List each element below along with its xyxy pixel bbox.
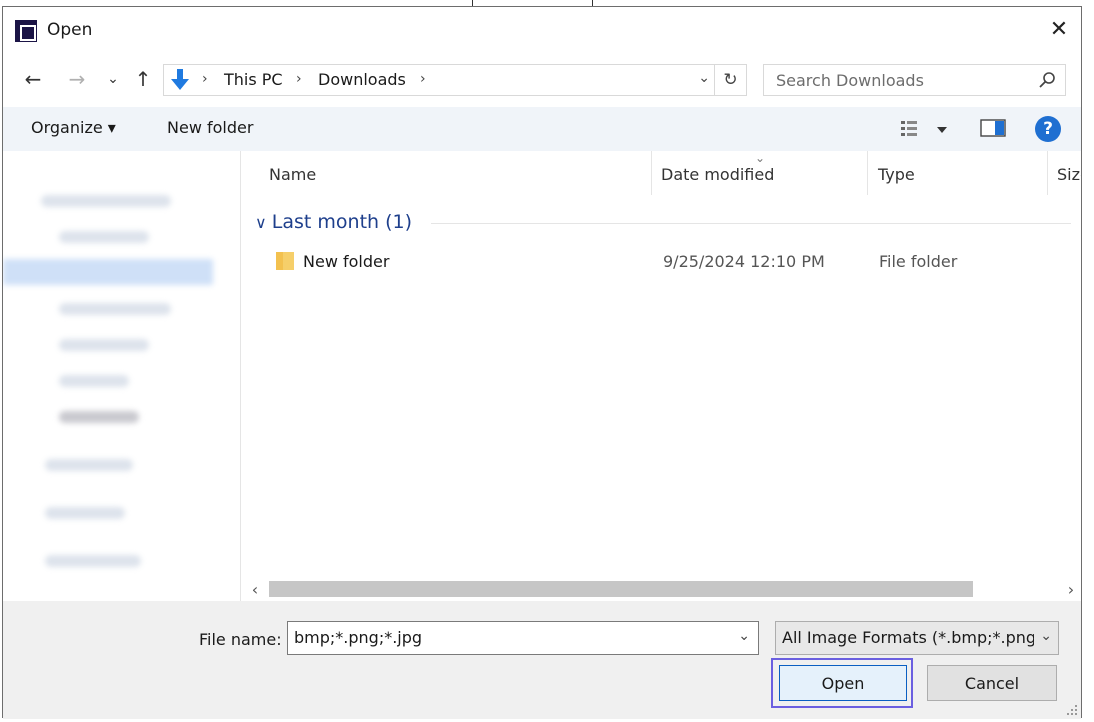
column-divider[interactable] (1047, 151, 1048, 195)
file-list: Name ⌄ Date modified Type Size ∨ Last mo… (243, 151, 1081, 601)
column-header-date-modified[interactable]: Date modified (661, 165, 774, 184)
list-item[interactable] (41, 195, 171, 207)
column-divider[interactable] (651, 151, 652, 195)
list-item[interactable] (45, 507, 125, 519)
file-type-value: All Image Formats (*.bmp;*.png;*.jpg) (782, 628, 1034, 647)
chevron-left-icon: ‹ (251, 579, 259, 599)
preview-pane-icon[interactable] (980, 118, 1006, 138)
view-options-icon[interactable] (897, 117, 953, 141)
open-file-dialog: Open ✕ ← → ⌄ ↑ › This PC › Downloads › ⌄… (2, 6, 1082, 719)
refresh-button[interactable]: ↻ (714, 65, 746, 95)
file-name-cell: New folder (303, 252, 390, 271)
file-name-value: bmp;*.png;*.jpg (294, 628, 423, 647)
downloads-icon (171, 69, 189, 90)
file-type-cell: File folder (879, 252, 958, 271)
file-type-select[interactable]: All Image Formats (*.bmp;*.png;*.jpg) ⌄ (775, 621, 1059, 655)
column-header-name[interactable]: Name (269, 165, 316, 184)
refresh-icon: ↻ (723, 70, 738, 90)
cancel-button[interactable]: Cancel (927, 665, 1057, 701)
column-divider[interactable] (867, 151, 868, 195)
breadcrumb-separator: › (420, 71, 426, 87)
recent-locations-button[interactable]: ⌄ (99, 65, 127, 93)
breadcrumb-separator: › (296, 71, 302, 87)
organize-button[interactable]: Organize ▾ (31, 118, 116, 137)
folder-icon (276, 252, 294, 270)
close-icon: ✕ (1049, 16, 1069, 42)
app-icon (15, 20, 37, 42)
column-header-size[interactable]: Size (1057, 165, 1081, 184)
list-item[interactable] (59, 375, 129, 387)
navigation-bar: ← → ⌄ ↑ › This PC › Downloads › ⌄ ↻ Sear… (3, 59, 1081, 101)
address-bar[interactable]: › This PC › Downloads › ⌄ ↻ (163, 64, 747, 96)
horizontal-scrollbar[interactable]: ‹ › (243, 577, 1081, 601)
open-button[interactable]: Open (779, 665, 907, 701)
breadcrumb-this-pc[interactable]: This PC (224, 70, 283, 89)
command-bar: Organize ▾ New folder ? (3, 107, 1081, 151)
resize-grip-icon[interactable] (1067, 705, 1077, 715)
file-type-dropdown[interactable]: ⌄ (1040, 628, 1052, 644)
navigation-pane[interactable] (3, 151, 241, 601)
up-arrow-icon: ↑ (134, 67, 152, 91)
list-item[interactable] (59, 339, 149, 351)
list-item[interactable] (59, 411, 139, 423)
breadcrumb-downloads[interactable]: Downloads (318, 70, 406, 89)
list-item[interactable] (59, 231, 149, 243)
back-button[interactable]: ← (19, 65, 47, 93)
list-item[interactable] (3, 259, 213, 285)
sort-indicator-icon: ⌄ (755, 151, 766, 165)
up-button[interactable]: ↑ (129, 65, 157, 93)
chevron-down-icon: ⌄ (738, 628, 750, 644)
table-row[interactable]: New folder 9/25/2024 12:10 PM File folde… (267, 247, 1067, 275)
list-item[interactable] (59, 303, 171, 315)
back-arrow-icon: ← (24, 67, 42, 91)
search-box[interactable]: Search Downloads (763, 64, 1066, 96)
scrollbar-thumb[interactable] (269, 581, 973, 597)
chevron-right-icon: › (1067, 579, 1075, 599)
file-name-label: File name: (199, 630, 282, 649)
breadcrumb-separator: › (202, 71, 208, 87)
list-item[interactable] (45, 459, 133, 471)
bottom-panel: File name: bmp;*.png;*.jpg ⌄ All Image F… (3, 601, 1081, 719)
help-icon[interactable]: ? (1035, 116, 1061, 142)
recent-locations-icon: ⌄ (107, 71, 119, 87)
title-bar: Open ✕ (3, 7, 1081, 53)
group-header-last-month[interactable]: ∨ Last month (1) (255, 211, 412, 233)
dialog-title: Open (47, 20, 93, 40)
group-divider (431, 223, 1071, 224)
list-item[interactable] (45, 555, 141, 567)
forward-button[interactable]: → (63, 65, 91, 93)
chevron-down-icon: ⌄ (1040, 628, 1052, 644)
scroll-right-button[interactable]: › (1061, 579, 1081, 599)
file-date-cell: 9/25/2024 12:10 PM (663, 252, 825, 271)
chevron-down-icon: ⌄ (698, 70, 710, 86)
chevron-down-icon: ∨ (255, 213, 272, 232)
close-button[interactable]: ✕ (1037, 7, 1081, 51)
column-header-type[interactable]: Type (878, 165, 915, 184)
file-name-input[interactable]: bmp;*.png;*.jpg ⌄ (287, 621, 759, 655)
address-history-dropdown[interactable]: ⌄ (698, 70, 710, 86)
forward-arrow-icon: → (68, 67, 86, 91)
search-icon (1039, 72, 1055, 88)
file-name-dropdown[interactable]: ⌄ (738, 628, 750, 644)
search-input[interactable]: Search Downloads (776, 71, 924, 90)
scroll-left-button[interactable]: ‹ (245, 579, 265, 599)
new-folder-button[interactable]: New folder (167, 118, 253, 137)
